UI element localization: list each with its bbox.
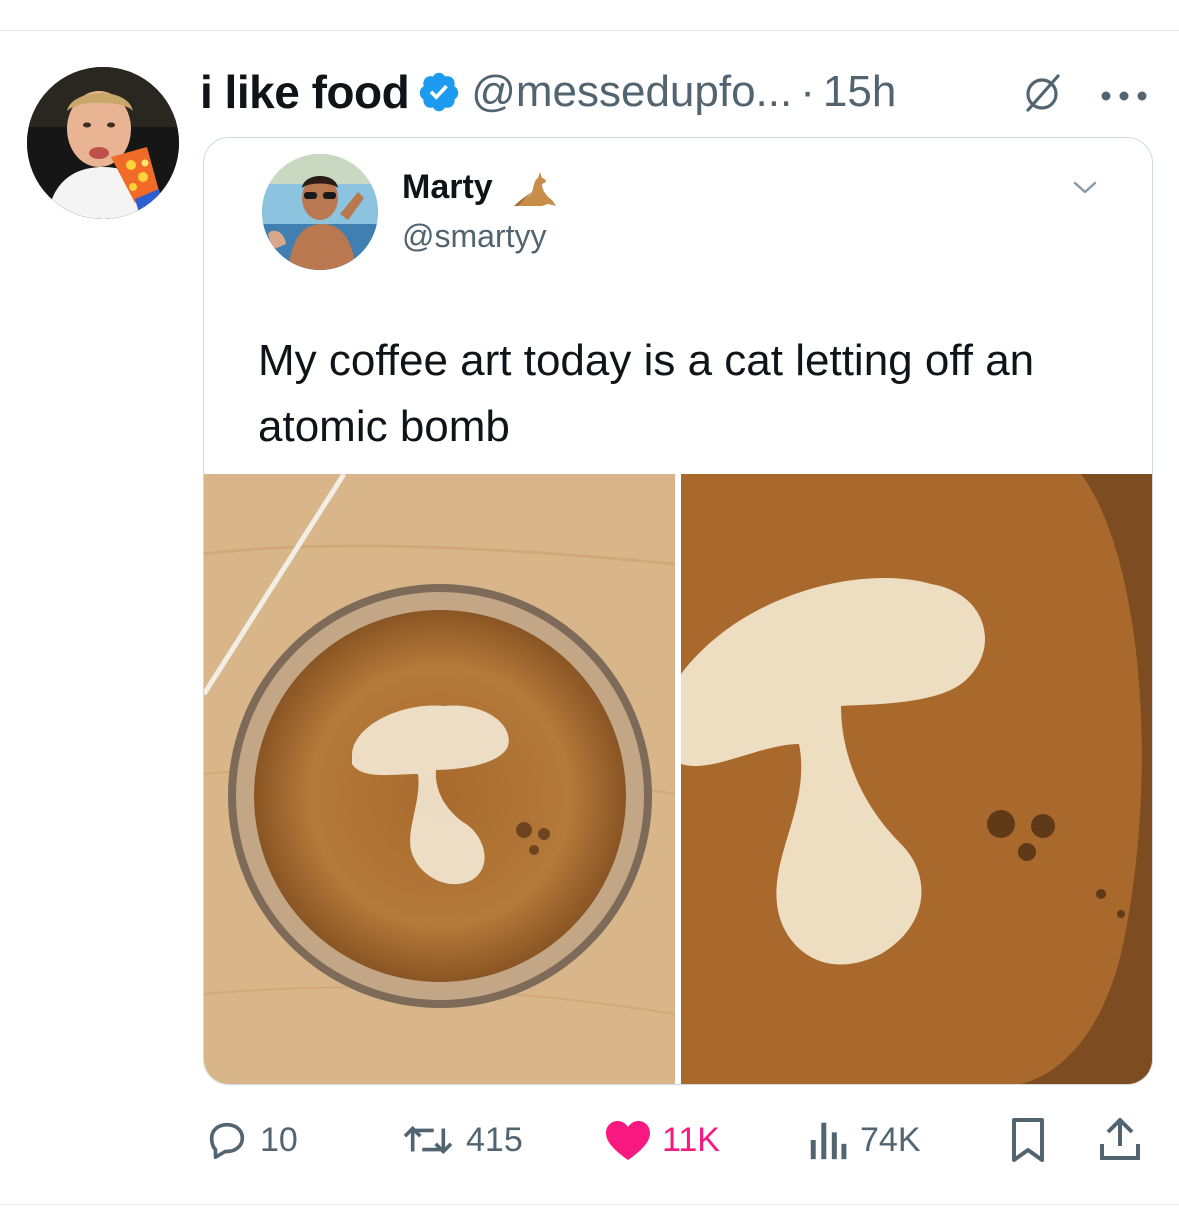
bookmark-button[interactable] [1008, 1108, 1048, 1172]
media-grid [204, 474, 1152, 1084]
reply-button[interactable]: 10 [204, 1108, 298, 1172]
more-icon[interactable] [1100, 90, 1148, 102]
bottom-divider [0, 1204, 1179, 1205]
repost-button[interactable]: 415 [400, 1108, 523, 1172]
author-handle[interactable]: @messedupfo... [471, 67, 792, 117]
reply-icon [209, 1122, 245, 1160]
views-icon [810, 1122, 847, 1160]
share-button[interactable] [1098, 1108, 1142, 1172]
share-icon [1100, 1118, 1140, 1160]
coffee-glass-overhead-photo[interactable] [204, 474, 675, 1084]
coffee-foam-closeup-photo[interactable] [681, 474, 1152, 1084]
quoted-post-text: My coffee art today is a cat letting off… [258, 336, 1035, 451]
separator-dot: · [800, 67, 815, 116]
quoted-post-card[interactable]: Marty @smartyy My coffee art today is a … [203, 137, 1153, 1085]
grok-icon[interactable] [1020, 70, 1064, 114]
author-avatar[interactable] [27, 67, 179, 219]
author-display-name[interactable]: i like food [200, 65, 410, 119]
top-divider [0, 30, 1179, 31]
chevron-down-icon[interactable] [1070, 178, 1100, 198]
repost-count: 415 [466, 1120, 523, 1159]
like-icon [606, 1121, 650, 1160]
repost-icon [403, 1125, 453, 1155]
quoted-author-avatar[interactable] [262, 154, 378, 270]
like-button[interactable]: 11K [604, 1108, 720, 1172]
post-timestamp[interactable]: 15h [823, 67, 896, 117]
quoted-display-name[interactable]: Marty [402, 168, 493, 207]
verified-badge-icon [419, 72, 459, 112]
kangaroo-emoji-icon [514, 172, 556, 206]
quoted-handle[interactable]: @smartyy [402, 218, 546, 255]
reply-count: 10 [260, 1120, 298, 1159]
post-action-bar: 10 415 11K 74K [0, 1108, 1179, 1172]
view-count: 74K [860, 1120, 921, 1159]
bookmark-icon [1012, 1118, 1044, 1162]
post-header: i like food @messedupfo... · 15h [200, 62, 1170, 122]
views-button[interactable]: 74K [806, 1108, 921, 1172]
like-count: 11K [662, 1120, 720, 1159]
